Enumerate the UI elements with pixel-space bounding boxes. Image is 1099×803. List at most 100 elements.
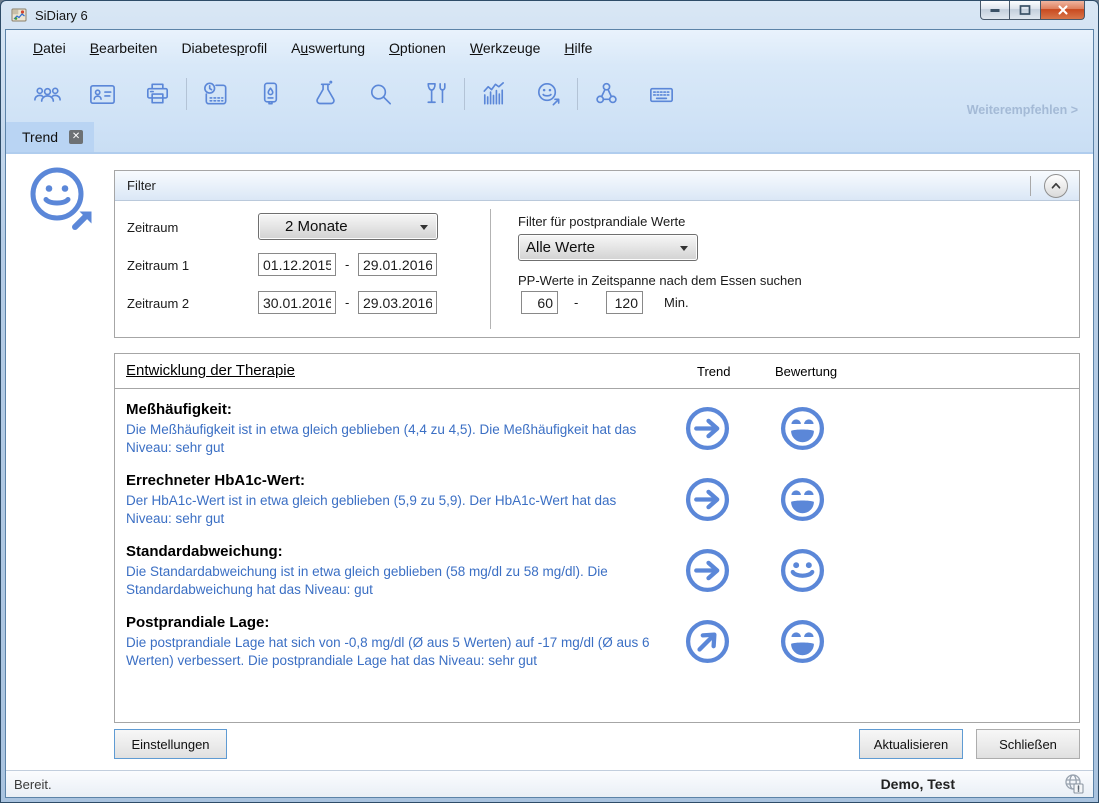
glucose-meter-icon[interactable] [243, 72, 298, 116]
close-button[interactable] [1040, 1, 1085, 20]
filter-panel-body: Zeitraum 2 Monate Zeitraum 1 - Zeitraum … [115, 201, 1079, 337]
menu-bearbeiten[interactable]: Bearbeiten [78, 34, 170, 62]
trend-page: Filter Zeitraum 2 Monate Zeitraum 1 [6, 154, 1093, 770]
filter-panel-header: Filter [115, 171, 1079, 201]
zeitraum2-to-input[interactable] [358, 291, 437, 314]
header-separator [1030, 176, 1031, 196]
pp-max-input[interactable] [606, 291, 643, 314]
tab-trend-label: Trend [22, 129, 58, 145]
client-area: Datei Bearbeiten Diabetesprofil Auswertu… [5, 29, 1094, 798]
pp-filter-label: Filter für postprandiale Werte [518, 214, 685, 229]
zeitraum2-label: Zeitraum 2 [127, 296, 189, 311]
trend-smiley-icon[interactable] [521, 72, 576, 116]
rating-good-icon [755, 546, 850, 595]
range-dash: - [345, 257, 349, 272]
rating-very-good-icon [755, 475, 850, 524]
users-icon[interactable] [20, 72, 75, 116]
app-icon [10, 6, 28, 24]
toolbar: Weiterempfehlen > [6, 66, 1093, 122]
therapy-row-standardabweichung: Standardabweichung: Die Standardabweichu… [115, 535, 1079, 606]
dropdown-arrow-icon [680, 246, 688, 251]
therapy-row-messhaeufigkeit: Meßhäufigkeit: Die Meßhäufigkeit ist in … [115, 393, 1079, 464]
calendar-clock-icon[interactable] [188, 72, 243, 116]
globe-sync-icon [1063, 773, 1085, 795]
maximize-icon [1019, 4, 1031, 16]
dropdown-arrow-icon [420, 225, 428, 230]
schliessen-button[interactable]: Schließen [976, 729, 1080, 759]
titlebar: SiDiary 6 [1, 1, 1098, 29]
rating-very-good-icon [755, 617, 850, 666]
zeitraum1-from-input[interactable] [258, 253, 336, 276]
therapy-rows: Meßhäufigkeit: Die Meßhäufigkeit ist in … [115, 389, 1079, 677]
menu-optionen[interactable]: Optionen [377, 34, 458, 62]
pp-filter-select-value: Alle Werte [519, 239, 595, 256]
minimize-button[interactable] [980, 1, 1010, 20]
filter-vertical-separator [490, 209, 491, 329]
trend-page-icon [24, 162, 104, 242]
toolbar-separator [464, 78, 465, 110]
action-button-row: Einstellungen Aktualisieren Schließen [114, 729, 1080, 759]
collapse-panel-button[interactable] [1044, 174, 1068, 198]
range-dash: - [574, 295, 578, 310]
minimize-icon [989, 4, 1001, 16]
toolbar-separator [577, 78, 578, 110]
menu-diabetesprofil[interactable]: Diabetesprofil [169, 34, 279, 62]
recommend-link[interactable]: Weiterempfehlen > [967, 103, 1078, 117]
tab-trend[interactable]: Trend ✕ [6, 122, 94, 152]
range-dash: - [345, 295, 349, 310]
tab-close-icon[interactable]: ✕ [69, 130, 83, 144]
share-icon[interactable] [579, 72, 634, 116]
pp-min-input[interactable] [521, 291, 558, 314]
row-title: Meßhäufigkeit: [126, 401, 660, 418]
trend-improving-icon [660, 617, 755, 666]
tab-bar: Trend ✕ [6, 122, 1093, 154]
zeitraum2-from-input[interactable] [258, 291, 336, 314]
close-icon [1057, 4, 1069, 16]
therapy-header: Entwicklung der Therapie Trend Bewertung [115, 354, 1079, 389]
status-text: Bereit. [14, 777, 52, 792]
maximize-button[interactable] [1010, 1, 1040, 20]
nutrition-icon[interactable] [408, 72, 463, 116]
status-bar: Bereit. Demo, Test [6, 770, 1093, 797]
pp-unit-label: Min. [664, 295, 689, 310]
chevron-up-icon [1049, 179, 1063, 193]
row-title: Postprandiale Lage: [126, 614, 660, 631]
menu-werkzeuge[interactable]: Werkzeuge [458, 34, 553, 62]
window-title: SiDiary 6 [35, 8, 88, 23]
keyboard-icon[interactable] [634, 72, 689, 116]
row-description: Die Meßhäufigkeit ist in etwa gleich geb… [126, 421, 660, 457]
row-description: Die Standardabweichung ist in etwa gleic… [126, 563, 660, 599]
einstellungen-button[interactable]: Einstellungen [114, 729, 227, 759]
therapy-panel: Entwicklung der Therapie Trend Bewertung… [114, 353, 1080, 723]
rating-very-good-icon [755, 404, 850, 453]
menu-bar: Datei Bearbeiten Diabetesprofil Auswertu… [6, 30, 1093, 66]
therapy-row-postprandiale-lage: Postprandiale Lage: Die postprandiale La… [115, 606, 1079, 677]
lab-flask-icon[interactable] [298, 72, 353, 116]
contact-card-icon[interactable] [75, 72, 130, 116]
trend-steady-icon [660, 404, 755, 453]
filter-panel: Filter Zeitraum 2 Monate Zeitraum 1 [114, 170, 1080, 338]
trend-steady-icon [660, 546, 755, 595]
row-description: Die postprandiale Lage hat sich von -0,8… [126, 634, 660, 670]
therapy-row-hba1c: Errechneter HbA1c-Wert: Der HbA1c-Wert i… [115, 464, 1079, 535]
therapy-heading: Entwicklung der Therapie [126, 362, 295, 379]
aktualisieren-button[interactable]: Aktualisieren [859, 729, 963, 759]
pp-span-label: PP-Werte in Zeitspanne nach dem Essen su… [518, 273, 802, 288]
pp-filter-select[interactable]: Alle Werte [518, 234, 698, 261]
zeitraum1-to-input[interactable] [358, 253, 437, 276]
zeitraum-select[interactable]: 2 Monate [258, 213, 438, 240]
zeitraum-select-value: 2 Monate [259, 218, 348, 235]
window-controls [980, 1, 1085, 20]
trend-steady-icon [660, 475, 755, 524]
menu-auswertung[interactable]: Auswertung [279, 34, 377, 62]
menu-datei[interactable]: Datei [21, 34, 78, 62]
printer-icon[interactable] [130, 72, 185, 116]
column-header-bewertung: Bewertung [775, 364, 837, 379]
column-header-trend: Trend [697, 364, 730, 379]
toolbar-separator [186, 78, 187, 110]
search-icon[interactable] [353, 72, 408, 116]
row-title: Standardabweichung: [126, 543, 660, 560]
filter-panel-title: Filter [127, 178, 156, 193]
menu-hilfe[interactable]: Hilfe [552, 34, 604, 62]
statistics-icon[interactable] [466, 72, 521, 116]
